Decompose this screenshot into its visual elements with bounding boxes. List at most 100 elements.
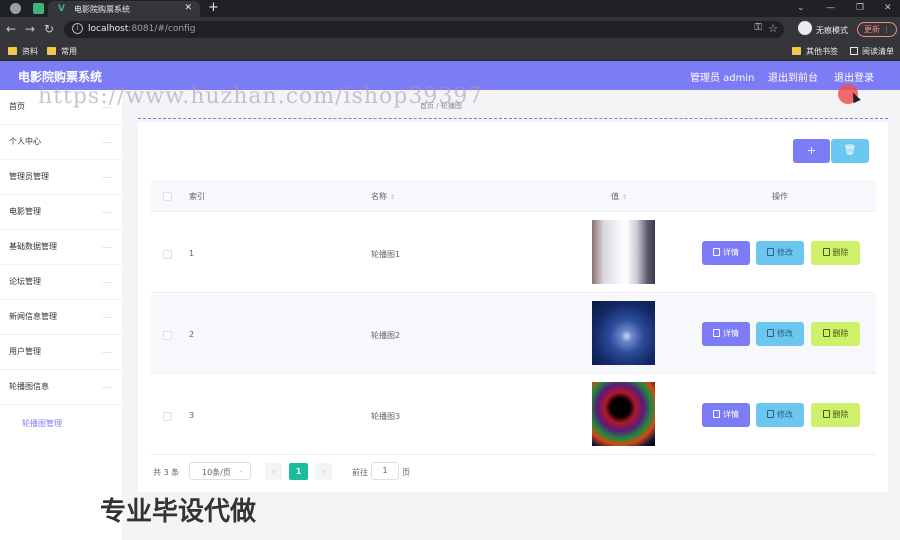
edit-button[interactable]: 修改 (756, 322, 804, 346)
detail-button[interactable]: 详情 (702, 403, 750, 427)
sidebar-item-movies[interactable]: 电影管理 (0, 195, 122, 230)
batch-delete-button[interactable]: 🗑 (831, 139, 869, 163)
table-row: 3 轮播图3 详情 修改 删除 (151, 375, 876, 455)
sidebar-item-label: 基础数据管理 (9, 242, 57, 251)
detail-label: 详情 (723, 248, 739, 257)
column-name[interactable]: 名称 ⇕ (371, 191, 395, 202)
incognito-label: 无痕模式 (816, 26, 848, 35)
bookmark-star-icon[interactable]: ☆ (768, 22, 778, 35)
bookmark-folder-2[interactable]: 常用 (47, 46, 77, 57)
expand-icon (102, 247, 112, 248)
reload-icon[interactable]: ↻ (44, 22, 54, 36)
minimize-icon[interactable]: — (826, 0, 835, 16)
select-all-checkbox[interactable] (163, 192, 172, 201)
sidebar-item-base-data[interactable]: 基础数据管理 (0, 230, 122, 265)
incognito-icon[interactable] (798, 21, 812, 35)
sort-icon[interactable]: ⇕ (622, 194, 627, 201)
edit-label: 修改 (777, 410, 793, 419)
row-name: 轮播图2 (371, 331, 401, 340)
url-text: localhost:8081/#/config (88, 24, 196, 34)
logout-link[interactable]: 退出登录 (834, 69, 874, 84)
delete-button[interactable]: 删除 (811, 322, 860, 346)
other-bookmarks[interactable]: 其他书签 (792, 46, 838, 57)
back-icon[interactable]: ← (6, 22, 16, 36)
delete-label: 删除 (832, 248, 849, 257)
edit-button[interactable]: 修改 (756, 403, 804, 427)
sidebar-item-label: 新闻信息管理 (9, 312, 57, 321)
row-name: 轮播图3 (371, 412, 401, 421)
sidebar-item-users[interactable]: 用户管理 (0, 335, 122, 370)
trash-icon: 🗑 (843, 145, 857, 156)
row-checkbox[interactable] (163, 412, 172, 421)
app-title: 电影院购票系统 (18, 70, 103, 84)
add-button[interactable]: + (793, 139, 830, 163)
detail-button[interactable]: 详情 (702, 322, 750, 346)
bookmark-label: 常用 (61, 47, 77, 56)
document-icon (713, 248, 720, 256)
sidebar-item-profile[interactable]: 个人中心 (0, 125, 122, 160)
tab-title: 电影院购票系统 (74, 5, 130, 14)
url-host: localhost (88, 24, 129, 34)
table-row: 1 轮播图1 详情 修改 删除 (151, 213, 876, 293)
bookmark-label: 其他书签 (806, 47, 838, 56)
row-checkbox[interactable] (163, 250, 172, 259)
url-field[interactable]: i localhost:8081/#/config ⚿ ☆ (64, 21, 784, 38)
row-checkbox[interactable] (163, 331, 172, 340)
reading-list[interactable]: 阅读清单 (850, 46, 894, 57)
update-label: 更新 (864, 25, 880, 34)
pencil-icon (767, 329, 774, 337)
close-window-icon[interactable]: ✕ (884, 0, 892, 16)
goto-page-input[interactable]: 1 (371, 462, 399, 480)
forward-icon[interactable]: → (25, 22, 35, 36)
sidebar-item-admins[interactable]: 管理员管理 (0, 160, 122, 195)
expand-icon (102, 352, 112, 353)
page-number-current[interactable]: 1 (289, 463, 308, 480)
sidebar: 首页 个人中心 管理员管理 电影管理 基础数据管理 论坛管理 新闻信息管理 用户… (0, 90, 122, 540)
sort-icon[interactable]: ⇕ (390, 194, 395, 201)
sidebar-item-carousel[interactable]: 轮播图信息 (0, 370, 122, 405)
browser-tab-active[interactable]: V 电影院购票系统 ✕ (48, 1, 200, 17)
restore-icon[interactable]: ❐ (856, 0, 864, 16)
document-icon (713, 410, 720, 418)
tab-search-icon[interactable]: ⌄ (797, 0, 805, 16)
next-page-button[interactable]: › (315, 463, 332, 480)
update-button[interactable]: 更新 ⋮ (857, 22, 897, 37)
delete-label: 删除 (832, 329, 849, 338)
column-value[interactable]: 值 ⇕ (611, 191, 627, 202)
sidebar-item-label: 轮播图信息 (9, 382, 49, 391)
carousel-image-3[interactable] (592, 382, 655, 446)
edit-button[interactable]: 修改 (756, 241, 804, 265)
detail-label: 详情 (723, 410, 739, 419)
page-size-select[interactable]: 10条/页 ⌄ (189, 462, 251, 480)
bookmark-folder-1[interactable]: 资料 (8, 46, 38, 57)
browser-menu-icon[interactable] (10, 3, 21, 14)
tab-close-icon[interactable]: ✕ (184, 3, 192, 13)
header-divider (138, 118, 888, 119)
expand-icon (102, 387, 112, 388)
pencil-icon (767, 410, 774, 418)
delete-button[interactable]: 删除 (811, 403, 860, 427)
delete-label: 删除 (832, 410, 849, 419)
detail-button[interactable]: 详情 (702, 241, 750, 265)
prev-page-button[interactable]: ‹ (265, 463, 282, 480)
new-tab-button[interactable]: + (208, 0, 219, 16)
plus-icon: + (806, 144, 817, 157)
delete-button[interactable]: 删除 (811, 241, 860, 265)
site-info-icon[interactable]: i (72, 23, 83, 34)
key-icon[interactable]: ⚿ (754, 22, 762, 33)
column-actions: 操作 (772, 192, 788, 201)
promo-caption: 专业毕设代做 (100, 497, 257, 527)
sidebar-item-forum[interactable]: 论坛管理 (0, 265, 122, 300)
expand-icon (102, 142, 112, 143)
watermark-text: https://www.huzhan.com/ishop39397 (38, 84, 484, 109)
to-front-link[interactable]: 退出到前台 (768, 69, 818, 84)
column-value-label: 值 (611, 192, 619, 201)
trash-icon (822, 410, 830, 418)
sidebar-item-news[interactable]: 新闻信息管理 (0, 300, 122, 335)
sidebar-subitem-carousel-manage[interactable]: 轮播图管理 (22, 418, 62, 429)
carousel-image-2[interactable] (592, 301, 655, 365)
table-header: 索引 名称 ⇕ 值 ⇕ 操作 (151, 180, 876, 212)
pinned-tab-icon[interactable] (33, 3, 44, 14)
bookmark-label: 阅读清单 (862, 47, 894, 56)
carousel-image-1[interactable] (592, 220, 655, 284)
